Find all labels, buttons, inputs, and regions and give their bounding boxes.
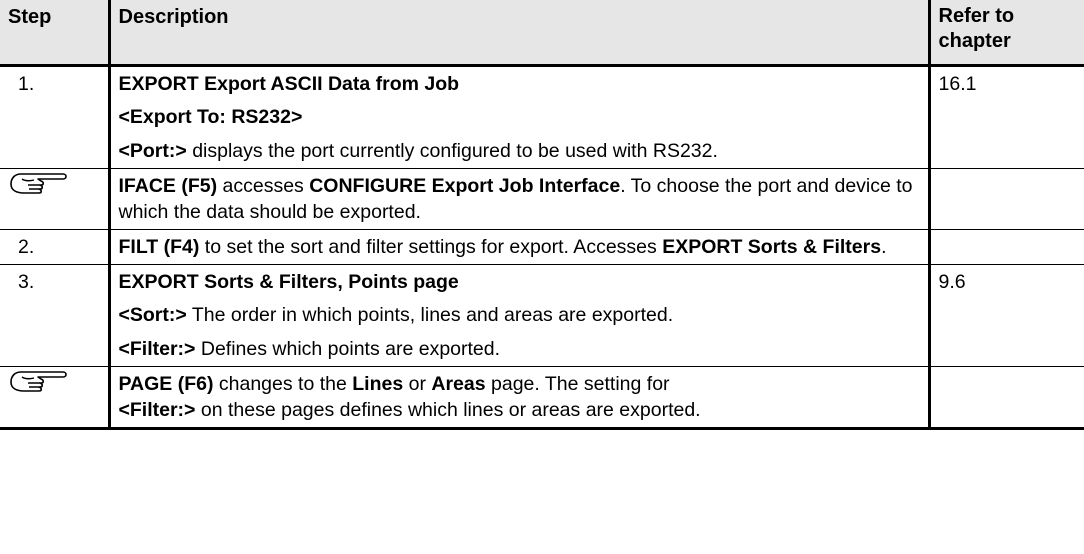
description-bold: <Filter:> (118, 337, 196, 360)
description-line: <Port:> displays the port currently conf… (107, 133, 931, 168)
step-icon-cell (0, 365, 110, 430)
description-bold: Areas (431, 372, 486, 395)
description-cell: PAGE (F6) changes to the Lines or Areas … (107, 365, 931, 430)
description-bold: <Port:> (118, 139, 187, 162)
description-text: . (881, 235, 887, 258)
table-subrow: <Port:> displays the port currently conf… (0, 133, 1084, 168)
table-subrow: <Filter:> Defines which points are expor… (0, 331, 1084, 366)
description-bold: FILT (F4) (118, 235, 200, 258)
description-bold: CONFIGURE Export Job Interface (309, 174, 621, 197)
table-subrow: <Sort:> The order in which points, lines… (0, 297, 1084, 332)
step-number: 2. (0, 228, 110, 264)
description-bold: EXPORT Sorts & Filters, Points page (118, 270, 459, 293)
table-row: 3. EXPORT Sorts & Filters, Points page 9… (0, 263, 1084, 366)
description-text: accesses (217, 174, 310, 197)
chapter-reference: 9.6 (929, 263, 1084, 366)
description-bold: <Filter:> (118, 398, 196, 421)
description-bold: IFACE (F5) (118, 174, 218, 197)
chapter-reference (929, 228, 1084, 264)
chapter-reference: 16.1 (929, 63, 1084, 168)
step-number: 1. (0, 63, 110, 168)
description-line: <Sort:> The order in which points, lines… (107, 297, 931, 332)
table-row: PAGE (F6) changes to the Lines or Areas … (0, 365, 1084, 430)
table-row: IFACE (F5) accesses CONFIGURE Export Job… (0, 167, 1084, 229)
description-text: displays the port currently configured t… (186, 139, 718, 162)
description-text: page. The setting for (485, 372, 670, 395)
description-line: <Filter:> Defines which points are expor… (107, 331, 931, 366)
header-refer-to-chapter: Refer to chapter (929, 0, 1084, 65)
description-text: on these pages defines which lines or ar… (195, 398, 701, 421)
description-line: EXPORT Sorts & Filters, Points page (107, 263, 931, 298)
description-text: changes to the (213, 372, 353, 395)
description-text: The order in which points, lines and are… (186, 303, 674, 326)
description-line: EXPORT Export ASCII Data from Job (107, 63, 931, 100)
description-bold: EXPORT Export ASCII Data from Job (118, 72, 460, 95)
description-bold: EXPORT Sorts & Filters (662, 235, 882, 258)
pointing-hand-icon (10, 172, 67, 194)
pointing-hand-icon (10, 370, 67, 392)
step-number: 3. (0, 263, 110, 366)
description-bold: <Sort:> (118, 303, 187, 326)
description-text: to set the sort and filter settings for … (199, 235, 663, 258)
description-cell: IFACE (F5) accesses CONFIGURE Export Job… (107, 167, 931, 229)
steps-table: Step Description Refer to chapter 1. EXP… (0, 0, 1084, 430)
header-step: Step (0, 0, 110, 65)
description-text: Defines which points are exported. (195, 337, 501, 360)
header-description: Description (107, 0, 931, 65)
step-icon-cell (0, 167, 110, 229)
description-line: <Export To: RS232> (107, 99, 931, 134)
description-bold: PAGE (F6) (118, 372, 214, 395)
table-row: 2. FILT (F4) to set the sort and filter … (0, 228, 1084, 264)
table-row: 1. EXPORT Export ASCII Data from Job 16.… (0, 63, 1084, 168)
description-bold: Lines (352, 372, 404, 395)
table-header-row: Step Description Refer to chapter (0, 0, 1084, 65)
description-text: or (403, 372, 432, 395)
description-bold: <Export To: RS232> (118, 105, 303, 128)
table-subrow: <Export To: RS232> (0, 99, 1084, 134)
chapter-reference (929, 365, 1084, 430)
description-cell: FILT (F4) to set the sort and filter set… (107, 228, 931, 264)
chapter-reference (929, 167, 1084, 229)
